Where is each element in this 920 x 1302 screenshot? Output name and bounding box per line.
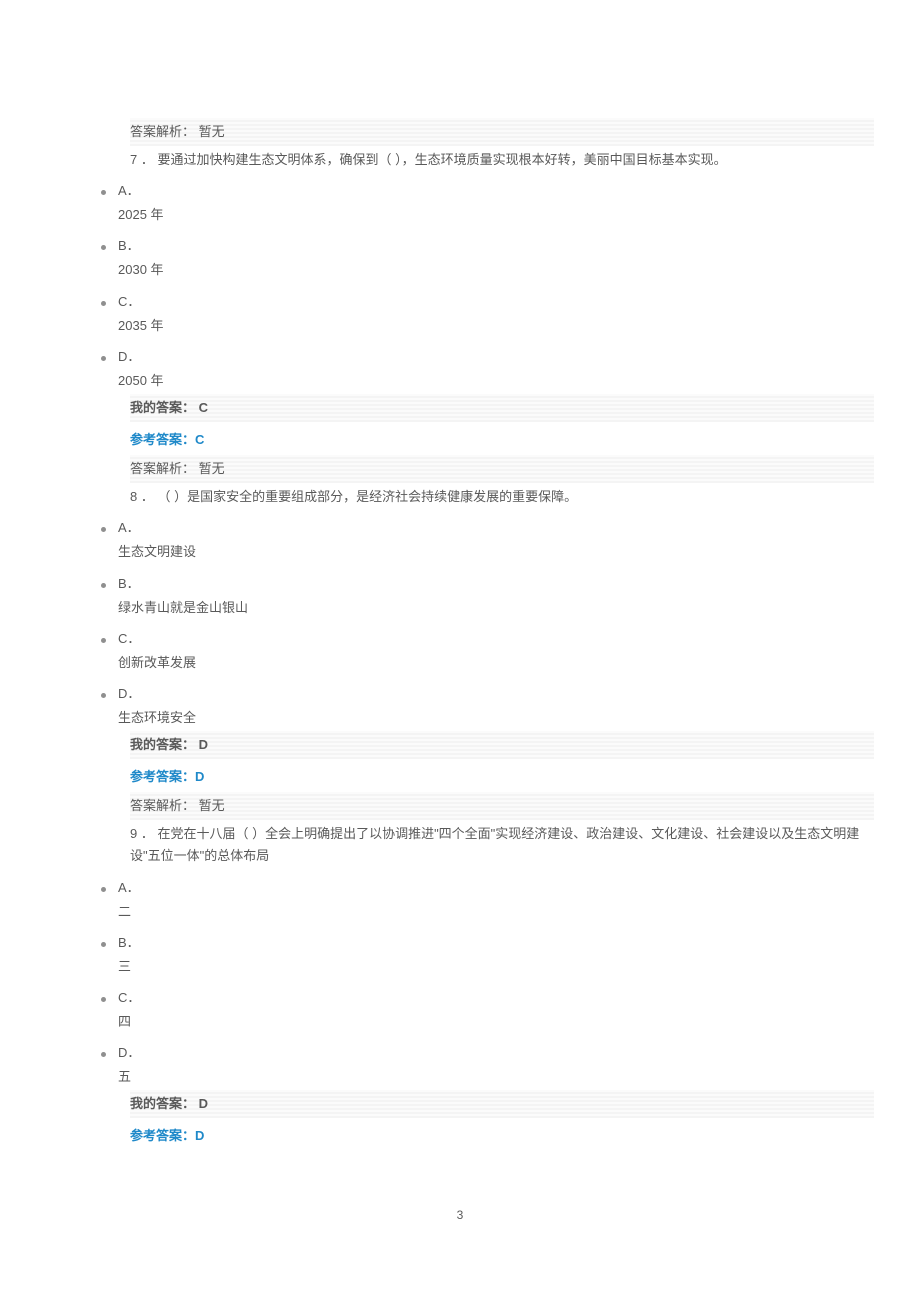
bullet-icon [101,527,106,532]
question-body: 要通过加快构建生态文明体系，确保到（ ），生态环境质量实现根本好转，美丽中国目标… [154,152,727,167]
option-letter: D． [118,346,874,368]
page-number: 3 [0,1205,920,1225]
option-row: D． 生态环境安全 [130,683,874,729]
bullet-icon [101,583,106,588]
bullet-icon [101,356,106,361]
question-body: 在党在十八届（ ）全会上明确提出了以协调推进"四个全面"实现经济建设、政治建设、… [130,826,859,863]
option-letter: B． [118,932,874,954]
option-text: 生态文明建设 [118,541,874,563]
option-letter: A． [118,877,874,899]
bullet-icon [101,638,106,643]
option-letter: B． [118,235,874,257]
question-stem: 7 ． 要通过加快构建生态文明体系，确保到（ ），生态环境质量实现根本好转，美丽… [130,149,874,171]
option-letter: D． [118,1042,874,1064]
option-text: 2035 年 [118,315,874,337]
my-answer: 我的答案： D [130,731,874,759]
bullet-icon [101,997,106,1002]
option-row: B． 2030 年 [130,235,874,281]
my-answer-label: 我的答案： [130,400,195,415]
bullet-icon [101,887,106,892]
explanation-text: 答案解析： 暂无 [130,124,225,139]
bullet-icon [101,1052,106,1057]
option-letter: C． [118,987,874,1009]
option-letter: A． [118,517,874,539]
question-stem: 8 ． （ ）是国家安全的重要组成部分，是经济社会持续健康发展的重要保障。 [130,486,874,508]
bullet-icon [101,942,106,947]
option-row: A． 二 [130,877,874,923]
my-answer-letter: D [195,1096,208,1111]
bullet-icon [101,301,106,306]
option-text: 三 [118,956,874,978]
answer-explanation: 答案解析： 暂无 [130,118,874,146]
my-answer-letter: D [195,737,208,752]
reference-answer: 参考答案：D [130,766,874,788]
option-text: 二 [118,901,874,923]
option-text: 五 [118,1066,874,1088]
bullet-icon [101,693,106,698]
option-row: D． 五 [130,1042,874,1088]
option-row: C． 创新改革发展 [130,628,874,674]
answer-explanation: 答案解析： 暂无 [130,455,874,483]
question-number: 7 ． [130,152,154,167]
reference-answer: 参考答案：C [130,429,874,451]
option-row: C． 四 [130,987,874,1033]
my-answer-label: 我的答案： [130,737,195,752]
option-row: B． 三 [130,932,874,978]
question-body: （ ）是国家安全的重要组成部分，是经济社会持续健康发展的重要保障。 [154,489,577,504]
option-row: B． 绿水青山就是金山银山 [130,573,874,619]
option-row: A． 生态文明建设 [130,517,874,563]
explanation-text: 答案解析： 暂无 [130,798,225,813]
question-number: 8 ． [130,489,154,504]
option-text: 2030 年 [118,259,874,281]
explanation-text: 答案解析： 暂无 [130,461,225,476]
bullet-icon [101,190,106,195]
my-answer: 我的答案： D [130,1090,874,1118]
option-letter: A． [118,180,874,202]
option-text: 绿水青山就是金山银山 [118,597,874,619]
my-answer-label: 我的答案： [130,1096,195,1111]
question-stem: 9 ． 在党在十八届（ ）全会上明确提出了以协调推进"四个全面"实现经济建设、政… [130,823,874,867]
option-text: 创新改革发展 [118,652,874,674]
reference-answer: 参考答案：D [130,1125,874,1147]
option-row: C． 2035 年 [130,291,874,337]
my-answer-letter: C [195,400,208,415]
page-content: 答案解析： 暂无 7 ． 要通过加快构建生态文明体系，确保到（ ），生态环境质量… [130,0,874,1147]
option-letter: C． [118,628,874,650]
option-letter: D． [118,683,874,705]
option-text: 四 [118,1011,874,1033]
option-row: A． 2025 年 [130,180,874,226]
option-row: D． 2050 年 [130,346,874,392]
option-text: 2025 年 [118,204,874,226]
option-letter: B． [118,573,874,595]
option-text: 2050 年 [118,370,874,392]
question-number: 9 ． [130,826,154,841]
option-letter: C． [118,291,874,313]
answer-explanation: 答案解析： 暂无 [130,792,874,820]
option-text: 生态环境安全 [118,707,874,729]
bullet-icon [101,245,106,250]
my-answer: 我的答案： C [130,394,874,422]
